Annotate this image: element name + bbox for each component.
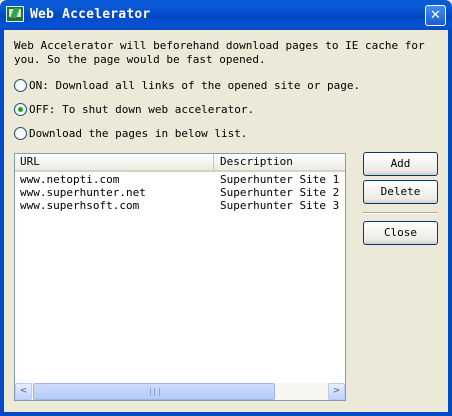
cell-url: www.netopti.com [20,173,120,186]
list-header: URL Description [15,154,345,172]
window-frame-right [448,30,452,416]
option-off[interactable]: OFF: To shut down web accelerator. [14,102,254,116]
option-on-label: ON: Download all links of the opened sit… [29,78,361,92]
close-icon: ✕ [430,8,441,23]
add-button[interactable]: Add [363,152,438,176]
cell-url: www.superhsoft.com [20,199,140,212]
window-frame-bottom [0,412,452,416]
cell-description: Superhunter Site 2 [220,186,340,199]
scroll-right-button[interactable]: > [328,383,345,400]
radio-list-icon[interactable] [14,126,27,140]
scrollbar-thumb[interactable] [33,383,275,400]
table-row[interactable]: www.netopti.com Superhunter Site 1 [15,173,345,186]
close-window-button[interactable]: ✕ [425,5,446,26]
chevron-left-icon: < [19,386,28,396]
table-row[interactable]: www.superhunter.net Superhunter Site 2 [15,186,345,199]
horizontal-scrollbar[interactable]: < > [15,383,345,400]
grip-icon [150,388,160,396]
cell-description: Superhunter Site 3 [220,199,340,212]
option-list-label: Download the pages in below list. [29,126,248,140]
web-accelerator-app-icon [6,6,24,22]
url-list[interactable]: URL Description www.netopti.com Superhun… [14,153,346,401]
cell-description: Superhunter Site 1 [220,173,340,186]
window-frame-left [0,30,4,416]
table-row[interactable]: www.superhsoft.com Superhunter Site 3 [15,199,345,212]
title-bar[interactable]: Web Accelerator ✕ [0,0,452,30]
list-rows: www.netopti.com Superhunter Site 1 www.s… [15,173,345,212]
column-header-url[interactable]: URL [15,154,214,170]
delete-button[interactable]: Delete [363,180,438,204]
scroll-left-button[interactable]: < [15,383,32,400]
option-on[interactable]: ON: Download all links of the opened sit… [14,78,360,92]
close-button[interactable]: Close [363,221,438,245]
column-header-description[interactable]: Description [215,154,345,170]
option-list[interactable]: Download the pages in below list. [14,126,248,140]
chevron-right-icon: > [332,386,341,396]
option-off-label: OFF: To shut down web accelerator. [29,102,255,116]
description-text: Web Accelerator will beforehand download… [14,39,425,66]
radio-on-icon[interactable] [14,78,27,92]
button-separator [363,212,438,214]
radio-off-icon[interactable] [14,102,27,116]
cell-url: www.superhunter.net [20,186,146,199]
window-title: Web Accelerator [30,7,151,22]
